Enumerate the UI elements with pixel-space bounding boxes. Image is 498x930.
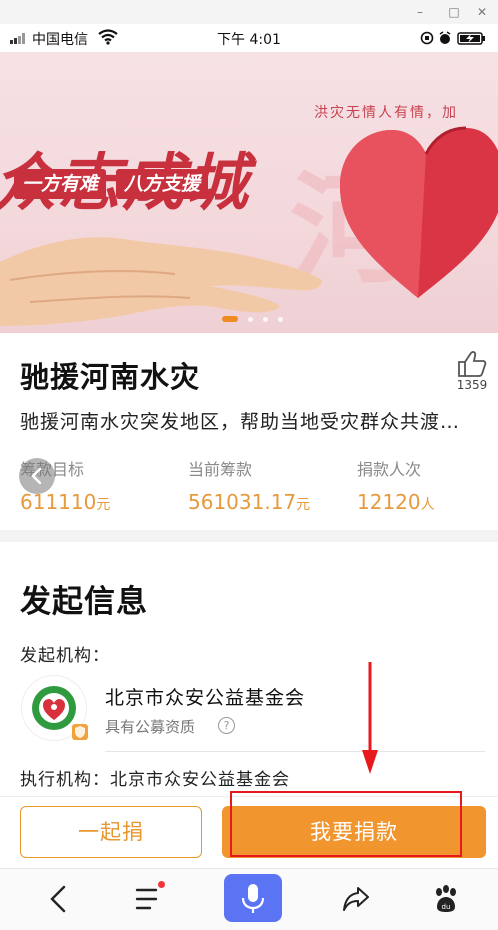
org-qualification: 具有公募资质 bbox=[105, 718, 196, 736]
stat-label: 当前筹款 bbox=[188, 460, 253, 479]
back-button[interactable] bbox=[38, 877, 82, 921]
hand-image bbox=[0, 237, 322, 326]
heart-image bbox=[340, 126, 498, 298]
svg-text:du: du bbox=[442, 903, 451, 911]
annotation-highlight-box bbox=[230, 791, 462, 857]
minimize-button[interactable]: – bbox=[410, 3, 430, 21]
voice-search-button[interactable] bbox=[224, 874, 282, 922]
verified-badge-icon bbox=[72, 724, 88, 740]
like-count: 1359 bbox=[456, 378, 488, 392]
help-icon[interactable]: ? bbox=[218, 717, 235, 734]
stat-donors: 捐款人次 12120人 bbox=[357, 456, 435, 514]
project-title: 驰援河南水灾 bbox=[20, 360, 201, 394]
stat-raised: 当前筹款 561031.17元 bbox=[188, 456, 310, 514]
browser-toolbar: du bbox=[0, 868, 498, 930]
annotation-arrow-icon bbox=[362, 662, 378, 774]
banner-tag-left: 一方有难 bbox=[14, 169, 107, 199]
carousel-dot[interactable] bbox=[263, 317, 268, 322]
notification-dot bbox=[158, 881, 165, 888]
chevron-left-icon bbox=[31, 467, 42, 485]
share-icon bbox=[343, 887, 369, 911]
divider bbox=[105, 751, 485, 752]
carousel-indicator bbox=[222, 316, 292, 322]
like-button[interactable]: 1359 bbox=[452, 350, 492, 394]
stat-value: 561031.17元 bbox=[188, 490, 311, 514]
project-description: 驰援河南水灾突发地区，帮助当地受灾群众共渡… bbox=[20, 411, 461, 433]
close-button[interactable]: ✕ bbox=[472, 3, 492, 21]
section-divider bbox=[0, 530, 498, 542]
window-titlebar: – □ ✕ bbox=[0, 0, 498, 24]
org-name[interactable]: 北京市众安公益基金会 bbox=[105, 683, 305, 710]
mic-icon bbox=[241, 884, 265, 913]
status-bar: 中国电信 下午 4:01 bbox=[0, 24, 498, 52]
stat-value: 12120人 bbox=[357, 490, 435, 514]
executor-line: 执行机构：北京市众安公益基金会 bbox=[20, 770, 290, 790]
floating-back-button[interactable] bbox=[19, 458, 55, 494]
banner-tag-right: 八方支援 bbox=[116, 169, 209, 199]
stat-label: 捐款人次 bbox=[357, 460, 422, 479]
hero-banner[interactable]: 河 众志成城 洪灾无情人有情，加 一方有难 八方支援 bbox=[0, 52, 498, 333]
section-title: 发起信息 bbox=[20, 584, 148, 620]
banner-slogan: 洪灾无情人有情，加 bbox=[314, 105, 458, 121]
paw-icon: du bbox=[436, 885, 456, 912]
carousel-dot-active[interactable] bbox=[222, 316, 238, 322]
share-button[interactable] bbox=[334, 877, 378, 921]
initiator-label: 发起机构： bbox=[20, 646, 110, 666]
status-icons bbox=[420, 31, 485, 45]
maximize-button[interactable]: □ bbox=[444, 3, 464, 21]
carousel-dot[interactable] bbox=[248, 317, 253, 322]
carousel-dot[interactable] bbox=[278, 317, 283, 322]
home-button[interactable]: du bbox=[424, 877, 468, 921]
donate-together-button[interactable]: 一起捐 bbox=[20, 806, 202, 858]
back-icon bbox=[50, 885, 66, 913]
executor-name: 北京市众安公益基金会 bbox=[110, 770, 290, 790]
thumbs-up-icon bbox=[458, 351, 487, 377]
